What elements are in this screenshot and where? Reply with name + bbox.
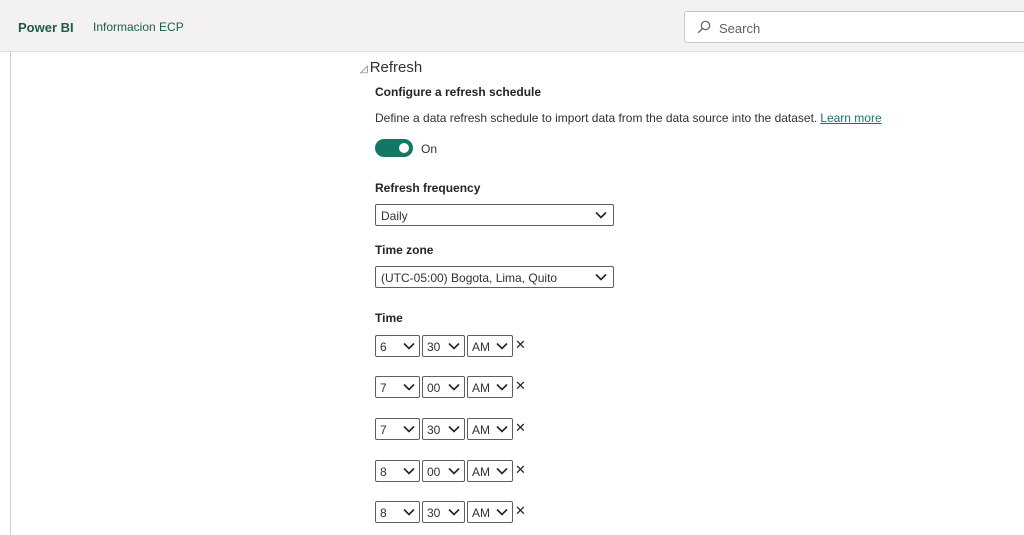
hour-value: 7: [380, 381, 387, 395]
caret-down-icon: ◿: [360, 64, 368, 75]
refresh-heading: Configure a refresh schedule: [375, 85, 542, 99]
close-icon[interactable]: ✕: [515, 503, 529, 519]
frequency-value: Daily: [381, 209, 408, 223]
minute-select[interactable]: 00: [422, 376, 465, 398]
toggle-state-label: On: [421, 142, 438, 156]
app-brand[interactable]: Power BI: [18, 20, 74, 35]
hour-select[interactable]: 8: [375, 501, 420, 523]
minute-value: 00: [427, 381, 441, 395]
frequency-label: Refresh frequency: [375, 181, 481, 195]
close-icon[interactable]: ✕: [515, 420, 529, 436]
refresh-description: Define a data refresh schedule to import…: [375, 111, 882, 125]
time-slot-row: 8 30 AM ✕: [375, 501, 535, 523]
search-box[interactable]: [684, 11, 1024, 43]
hour-select[interactable]: 8: [375, 460, 420, 482]
chevron-down-icon: [496, 467, 508, 475]
chevron-down-icon: [403, 383, 415, 391]
hour-value: 6: [380, 340, 387, 354]
time-slot-row: 8 00 AM ✕: [375, 460, 535, 482]
chevron-down-icon: [595, 211, 607, 219]
chevron-down-icon: [448, 383, 460, 391]
nav-divider: [10, 52, 11, 535]
chevron-down-icon: [403, 508, 415, 516]
ampm-value: AM: [472, 423, 490, 437]
ampm-value: AM: [472, 465, 490, 479]
ampm-select[interactable]: AM: [467, 460, 513, 482]
timezone-select[interactable]: (UTC-05:00) Bogota, Lima, Quito: [375, 266, 614, 288]
chevron-down-icon: [496, 425, 508, 433]
toggle-knob: [399, 143, 409, 153]
ampm-value: AM: [472, 340, 490, 354]
hour-select[interactable]: 7: [375, 418, 420, 440]
search-input[interactable]: [717, 18, 1001, 38]
ampm-select[interactable]: AM: [467, 335, 513, 357]
workspace-name[interactable]: Informacion ECP: [93, 20, 184, 34]
description-text: Define a data refresh schedule to import…: [375, 111, 818, 125]
ampm-select[interactable]: AM: [467, 501, 513, 523]
ampm-value: AM: [472, 381, 490, 395]
chevron-down-icon: [448, 508, 460, 516]
search-icon: [697, 20, 711, 34]
time-slot-row: 7 00 AM ✕: [375, 376, 535, 398]
chevron-down-icon: [403, 342, 415, 350]
time-label: Time: [375, 311, 403, 325]
hour-value: 7: [380, 423, 387, 437]
learn-more-link[interactable]: Learn more: [820, 111, 881, 125]
hour-select[interactable]: 7: [375, 376, 420, 398]
timezone-label: Time zone: [375, 243, 434, 257]
timezone-value: (UTC-05:00) Bogota, Lima, Quito: [381, 271, 558, 285]
chevron-down-icon: [448, 467, 460, 475]
hour-select[interactable]: 6: [375, 335, 420, 357]
chevron-down-icon: [595, 273, 607, 281]
minute-value: 30: [427, 506, 441, 520]
frequency-select[interactable]: Daily: [375, 204, 614, 226]
refresh-section-toggle[interactable]: ◿ Refresh: [360, 59, 422, 76]
hour-value: 8: [380, 465, 387, 479]
minute-select[interactable]: 30: [422, 418, 465, 440]
close-icon[interactable]: ✕: [515, 337, 529, 353]
close-icon[interactable]: ✕: [515, 378, 529, 394]
chevron-down-icon: [403, 467, 415, 475]
ampm-value: AM: [472, 506, 490, 520]
chevron-down-icon: [403, 425, 415, 433]
section-title: Refresh: [369, 59, 423, 76]
chevron-down-icon: [496, 508, 508, 516]
minute-select[interactable]: 00: [422, 460, 465, 482]
time-slot-row: 7 30 AM ✕: [375, 418, 535, 440]
close-icon[interactable]: ✕: [515, 462, 529, 478]
minute-value: 30: [427, 340, 441, 354]
refresh-toggle[interactable]: [375, 139, 413, 157]
minute-value: 30: [427, 423, 441, 437]
ampm-select[interactable]: AM: [467, 418, 513, 440]
ampm-select[interactable]: AM: [467, 376, 513, 398]
minute-select[interactable]: 30: [422, 335, 465, 357]
minute-select[interactable]: 30: [422, 501, 465, 523]
hour-value: 8: [380, 506, 387, 520]
chevron-down-icon: [448, 342, 460, 350]
chevron-down-icon: [496, 342, 508, 350]
minute-value: 00: [427, 465, 441, 479]
top-bar: Power BI Informacion ECP: [0, 0, 1024, 52]
chevron-down-icon: [496, 383, 508, 391]
time-slot-row: 6 30 AM ✕: [375, 335, 535, 357]
chevron-down-icon: [448, 425, 460, 433]
